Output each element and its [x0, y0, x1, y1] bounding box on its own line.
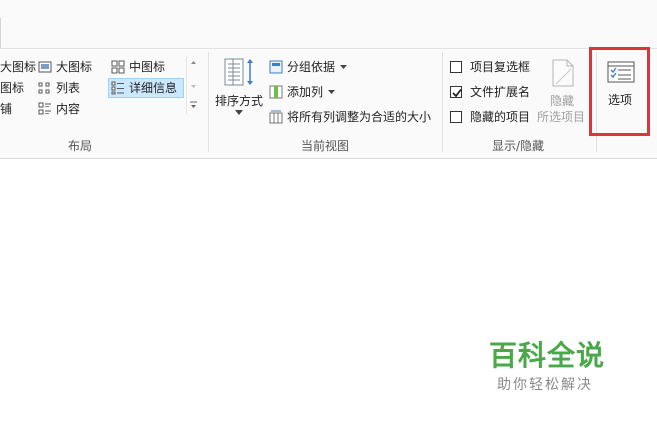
options-red-highlight-box [589, 47, 650, 136]
hidden-items-checkbox[interactable] [450, 111, 462, 123]
medium-icons-icon [111, 60, 125, 74]
size-all-columns-button[interactable]: 将所有列调整为合适的大小 [269, 107, 431, 127]
group-by-button[interactable]: 分组依据 [269, 57, 348, 77]
gallery-scroll-arrows-icon [190, 61, 197, 108]
ribbon-top-border [0, 48, 657, 49]
group-label-layout: 布局 [67, 139, 92, 153]
file-extensions-label: 文件扩展名 [470, 85, 531, 99]
layout-gallery-scrollbar[interactable] [186, 56, 200, 114]
layout-details[interactable]: 详细信息 [111, 78, 177, 98]
hide-selected-icon [552, 59, 574, 87]
hide-selected-items-button[interactable]: 隐藏 所选项目 [537, 56, 589, 126]
checkmark-icon [452, 88, 462, 98]
group-by-label: 分组依据 [287, 60, 336, 74]
layout-item-label: 铺 [0, 102, 13, 116]
layout-item-label: 中图标 [129, 60, 166, 74]
layout-item-label: 列表 [56, 81, 81, 95]
ribbon-view-tab: 大图标 大图标 中图标 图标 列表 详细信息 铺 内容 布局 排序方式 分组依据… [0, 0, 657, 159]
group-separator [442, 52, 443, 152]
details-view-icon [111, 81, 124, 95]
chevron-down-icon [328, 90, 336, 94]
layout-list[interactable]: 列表 [38, 78, 80, 98]
watermark-slogan: 助你轻松解决 [497, 377, 593, 393]
layout-large-icons-partial[interactable]: 大图标 [0, 57, 36, 77]
sort-by-label: 排序方式 [215, 94, 264, 108]
add-columns-button[interactable]: 添加列 [269, 82, 336, 102]
hide-label-line1: 隐藏 [550, 94, 575, 108]
item-checkboxes-label: 项目复选框 [470, 60, 531, 74]
sort-by-icon [224, 58, 253, 86]
large-icons-icon [38, 61, 52, 73]
group-label-show-hide: 显示/隐藏 [491, 139, 545, 153]
size-columns-icon [269, 110, 283, 124]
layout-item-label: 图标 [0, 81, 25, 95]
hide-label-line2: 所选项目 [537, 110, 586, 124]
layout-tiles-partial[interactable]: 铺 [0, 99, 12, 119]
layout-small-icons-partial[interactable]: 图标 [0, 78, 24, 98]
file-extensions-toggle[interactable]: 文件扩展名 [450, 84, 540, 102]
sort-by-button[interactable]: 排序方式 [213, 55, 265, 117]
group-separator [208, 52, 209, 152]
file-extensions-checkbox[interactable] [450, 86, 462, 98]
group-label-current-view: 当前视图 [300, 139, 349, 153]
hidden-items-label: 隐藏的项目 [470, 110, 531, 124]
chevron-down-icon [340, 65, 348, 69]
watermark-logo-text: 百科全说 [489, 339, 606, 372]
ribbon-left-edge [0, 18, 1, 48]
layout-content[interactable]: 内容 [38, 99, 80, 119]
group-by-icon [269, 60, 283, 74]
layout-item-label: 详细信息 [129, 81, 178, 95]
layout-large-icons[interactable]: 大图标 [38, 57, 92, 77]
hidden-items-toggle[interactable]: 隐藏的项目 [450, 109, 540, 127]
add-columns-label: 添加列 [287, 85, 324, 99]
layout-item-label: 大图标 [0, 60, 37, 74]
item-checkboxes-toggle[interactable]: 项目复选框 [450, 59, 540, 77]
layout-item-label: 大图标 [56, 60, 93, 74]
add-columns-icon [269, 85, 283, 99]
list-view-icon [38, 82, 50, 94]
size-all-columns-label: 将所有列调整为合适的大小 [287, 110, 432, 124]
layout-medium-icons[interactable]: 中图标 [111, 57, 165, 77]
content-view-icon [38, 102, 51, 115]
chevron-down-icon [235, 110, 243, 115]
item-checkboxes-checkbox[interactable] [450, 61, 462, 73]
layout-item-label: 内容 [56, 102, 81, 116]
